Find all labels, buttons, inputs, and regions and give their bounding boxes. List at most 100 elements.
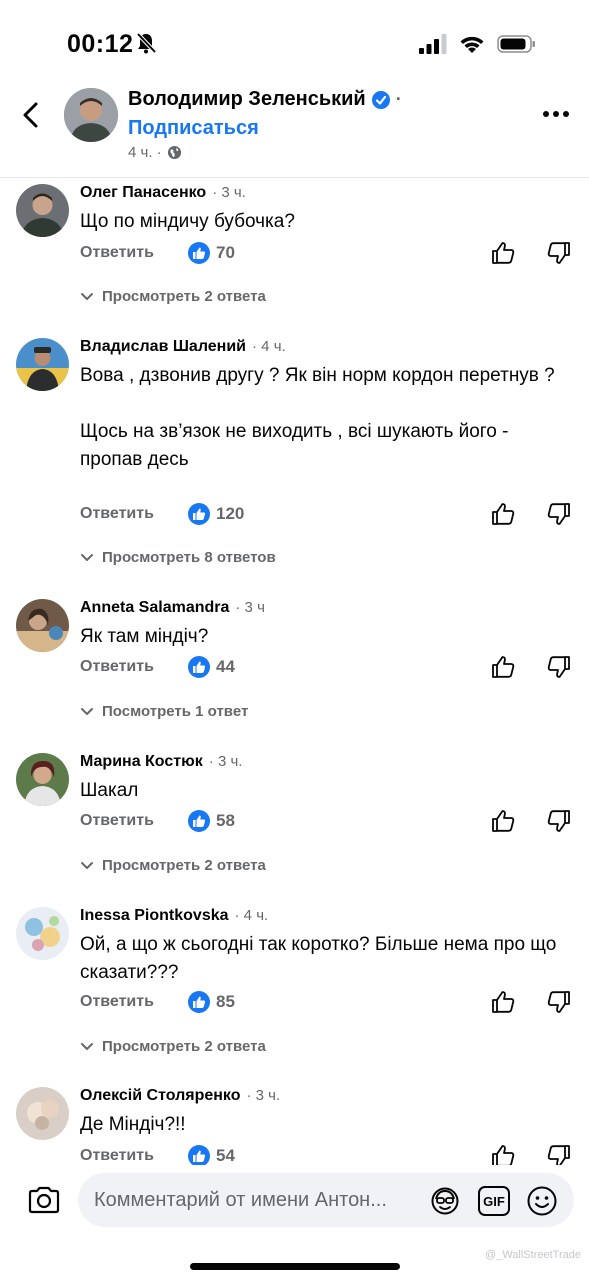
comment-time: · 4 ч. [234, 907, 269, 924]
view-replies-label: Просмотреть 8 ответов [102, 549, 276, 566]
bell-off-icon [136, 32, 156, 54]
like-badge-icon [188, 242, 210, 264]
battery-icon [497, 35, 535, 53]
chevron-down-icon [81, 292, 93, 300]
watermark: @_WallStreetTrade [485, 1249, 581, 1261]
comment-avatar[interactable] [16, 907, 69, 960]
comment-time: · 3 ч [235, 599, 265, 616]
comment-avatar[interactable] [16, 338, 69, 391]
thumbs-up-icon[interactable] [490, 654, 516, 680]
like-badge-icon [188, 810, 210, 832]
comment-author[interactable]: Олег Панасенко [80, 184, 206, 202]
like-count: 70 [216, 243, 235, 262]
comment-text: Як там міндіч? [80, 626, 209, 647]
view-replies-button[interactable]: Просмотреть 8 ответов [80, 549, 276, 566]
page-name[interactable]: Володимир Зеленський [128, 88, 366, 111]
comment-text: Що по міндичу бубочка? [80, 211, 295, 232]
comment-actions: Ответить 85 [80, 989, 570, 1015]
view-replies-label: Просмотреть 2 ответа [102, 1038, 266, 1055]
comment-avatar[interactable] [16, 599, 69, 652]
post-header: Володимир Зеленський · Подписаться 4 ч. … [0, 82, 589, 178]
back-arrow-icon[interactable] [18, 100, 46, 130]
thumbs-up-icon[interactable] [490, 989, 516, 1015]
chevron-down-icon [81, 553, 93, 561]
reply-button[interactable]: Ответить [80, 812, 188, 830]
thumbs-up-icon[interactable] [490, 808, 516, 834]
comment-time: · 3 ч. [212, 184, 246, 201]
thumbs-up-icon[interactable] [490, 501, 516, 527]
view-replies-button[interactable]: Просмотреть 2 ответа [80, 1038, 266, 1055]
emoji-icon[interactable] [526, 1185, 558, 1217]
like-count: 44 [216, 657, 235, 676]
verified-badge-icon [371, 90, 390, 109]
thumbs-down-icon[interactable] [546, 654, 572, 680]
home-indicator [190, 1263, 400, 1270]
comment-author[interactable]: Марина Костюк [80, 753, 203, 771]
reply-button[interactable]: Ответить [80, 505, 188, 523]
reply-button[interactable]: Ответить [80, 1147, 188, 1165]
view-replies-button[interactable]: Просмотреть 2 ответа [80, 857, 266, 874]
wifi-icon [460, 36, 484, 53]
more-options-icon[interactable] [541, 108, 571, 120]
comment-avatar[interactable] [16, 753, 69, 806]
thumbs-down-icon[interactable] [546, 501, 572, 527]
status-icons [419, 33, 537, 55]
chevron-down-icon [81, 707, 93, 715]
post-meta: 4 ч. · [128, 144, 182, 161]
thumbs-down-icon[interactable] [546, 808, 572, 834]
comment-author[interactable]: Inessa Piontkovska [80, 907, 229, 925]
camera-icon[interactable] [27, 1185, 61, 1215]
like-count: 120 [216, 504, 245, 523]
comment-text: Ой, а що ж сьогодні так коротко? Більше … [80, 934, 557, 983]
like-count: 54 [216, 1146, 235, 1165]
page-avatar[interactable] [64, 88, 118, 142]
comment-text: Де Міндіч?!! [80, 1114, 186, 1135]
like-badge-icon [188, 991, 210, 1013]
thumbs-up-icon[interactable] [490, 240, 516, 266]
like-badge-icon [188, 503, 210, 525]
comment-composer: Комментарий от имени Антон... GIF @_Wall… [0, 1165, 589, 1280]
reply-button[interactable]: Ответить [80, 658, 188, 676]
like-count: 85 [216, 992, 235, 1011]
status-time: 00:12 [67, 30, 134, 58]
signal-icon [419, 34, 447, 54]
comment-actions: Ответить 120 [80, 501, 570, 527]
view-replies-button[interactable]: Посмотреть 1 ответ [80, 703, 248, 720]
comment-avatar[interactable] [16, 1087, 69, 1140]
comment-input[interactable]: Комментарий от имени Антон... GIF [78, 1173, 574, 1227]
comment-text: Вова , дзвонив другу ? Як він норм кордо… [80, 365, 555, 470]
comment-time: · 3 ч. [246, 1087, 281, 1104]
reply-button[interactable]: Ответить [80, 993, 188, 1011]
status-bar: 00:12 [0, 0, 589, 80]
gif-icon[interactable]: GIF [478, 1186, 510, 1216]
thumbs-down-icon[interactable] [546, 989, 572, 1015]
comment-time: · 3 ч. [208, 753, 243, 770]
view-replies-label: Посмотреть 1 ответ [102, 703, 249, 720]
post-time: 4 ч. · [128, 144, 162, 161]
comment-time: · 4 ч. [252, 338, 286, 355]
view-replies-button[interactable]: Просмотреть 2 ответа [80, 288, 266, 305]
reply-button[interactable]: Ответить [80, 244, 188, 262]
avatar-sticker-icon[interactable] [430, 1186, 460, 1216]
subscribe-button[interactable]: Подписаться [128, 117, 259, 140]
like-badge-icon [188, 656, 210, 678]
gif-label: GIF [483, 1193, 505, 1209]
thumbs-down-icon[interactable] [546, 240, 572, 266]
comment-actions: Ответить 58 [80, 808, 570, 834]
header-dot: · [395, 89, 402, 109]
chevron-down-icon [81, 861, 93, 869]
comment-actions: Ответить 70 [80, 240, 570, 266]
comment-avatar[interactable] [16, 184, 69, 237]
like-badge-icon [188, 1145, 210, 1167]
view-replies-label: Просмотреть 2 ответа [102, 857, 266, 874]
comment-author[interactable]: Владислав Шалений [80, 338, 246, 356]
chevron-down-icon [81, 1042, 93, 1050]
comment-text: Шакал [80, 780, 139, 801]
view-replies-label: Просмотреть 2 ответа [102, 288, 266, 305]
comment-author[interactable]: Anneta Salamandra [80, 599, 229, 617]
like-count: 58 [216, 811, 235, 830]
comment-actions: Ответить 44 [80, 654, 570, 680]
comment-input-placeholder: Комментарий от имени Антон... [94, 1189, 387, 1211]
globe-icon [167, 145, 181, 160]
comment-author[interactable]: Олексій Столяренко [80, 1087, 240, 1105]
